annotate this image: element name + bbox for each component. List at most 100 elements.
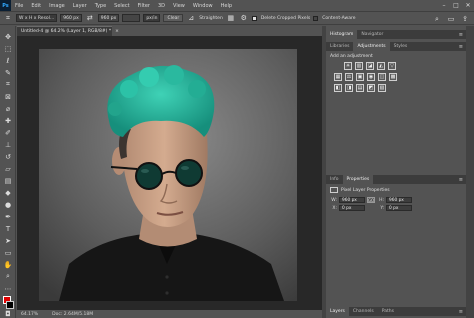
- dodge-tool-icon[interactable]: ●: [3, 200, 13, 209]
- eraser-tool-icon[interactable]: ▱: [3, 164, 13, 173]
- document-title: Untitled-4 @ 64.2% (Layer 1, RGB/8#) *: [21, 29, 112, 34]
- crop-width-input[interactable]: 960 px: [60, 14, 82, 22]
- tab-libraries[interactable]: Libraries: [326, 42, 353, 51]
- layer-y-input[interactable]: 0 px: [386, 205, 412, 211]
- adjustments-row-2: ▦ ⚖ ▣ ◉ ◫ ▩: [330, 73, 462, 81]
- crop-tool-icon[interactable]: ⌗: [3, 13, 13, 23]
- clear-button[interactable]: Clear: [163, 14, 184, 22]
- posterize-icon[interactable]: ◨: [345, 84, 353, 92]
- minimize-button[interactable]: –: [438, 0, 450, 11]
- menu-view[interactable]: View: [169, 3, 189, 9]
- photo-filter-icon[interactable]: ◉: [367, 73, 375, 81]
- menu-3d[interactable]: 3D: [154, 3, 169, 9]
- brightness-contrast-icon[interactable]: ☀: [344, 62, 352, 70]
- type-tool-icon[interactable]: T: [3, 224, 13, 233]
- hand-tool-icon[interactable]: ✋: [3, 260, 13, 269]
- menu-layer[interactable]: Layer: [69, 3, 91, 9]
- tab-info[interactable]: Info: [326, 175, 343, 184]
- threshold-icon[interactable]: ▤: [356, 84, 364, 92]
- marquee-tool-icon[interactable]: ⬚: [3, 44, 13, 53]
- color-balance-icon[interactable]: ⚖: [345, 73, 353, 81]
- crop-height-input[interactable]: 960 px: [97, 14, 120, 22]
- panel-menu-icon[interactable]: ≡: [456, 175, 466, 184]
- black-white-icon[interactable]: ▣: [356, 73, 364, 81]
- resolution-unit-select[interactable]: px/in: [143, 14, 161, 22]
- layer-width-input[interactable]: 960 px: [339, 197, 365, 203]
- more-tools-icon[interactable]: ⋯: [3, 284, 13, 293]
- straighten-icon[interactable]: ⊿: [186, 13, 196, 23]
- curves-icon[interactable]: ◪: [366, 62, 374, 70]
- crop-tool-icon[interactable]: ⌗: [3, 80, 13, 89]
- rectangle-tool-icon[interactable]: ▭: [3, 248, 13, 257]
- adjustments-row-1: ☀ ▥ ◪ ◭ ▽: [330, 62, 462, 70]
- gradient-map-icon[interactable]: ▧: [378, 84, 386, 92]
- panel-menu-icon[interactable]: ≡: [456, 30, 466, 39]
- adjustments-row-3: ◧ ◨ ▤ ◩ ▧: [330, 84, 462, 92]
- swap-icon[interactable]: ⇄: [85, 13, 95, 23]
- menu-filter[interactable]: Filter: [134, 3, 154, 9]
- hue-saturation-icon[interactable]: ▦: [334, 73, 342, 81]
- healing-brush-icon[interactable]: ✚: [3, 116, 13, 125]
- brush-tool-icon[interactable]: ✐: [3, 128, 13, 137]
- quick-mask-icon[interactable]: ◘: [3, 309, 13, 318]
- color-lookup-icon[interactable]: ▩: [389, 73, 397, 81]
- share-icon[interactable]: ⇪: [460, 14, 470, 24]
- menu-edit[interactable]: Edit: [27, 3, 45, 9]
- menu-select[interactable]: Select: [110, 3, 133, 9]
- layer-height-input[interactable]: 960 px: [386, 197, 412, 203]
- workspace-icon[interactable]: ▭: [446, 14, 456, 24]
- levels-icon[interactable]: ▥: [355, 62, 363, 70]
- gradient-tool-icon[interactable]: ▤: [3, 176, 13, 185]
- menu-file[interactable]: File: [11, 3, 27, 9]
- height-label: H:: [379, 197, 384, 203]
- tab-properties[interactable]: Properties: [342, 175, 374, 184]
- tab-adjustments[interactable]: Adjustments: [353, 42, 390, 51]
- menu-help[interactable]: Help: [217, 3, 236, 9]
- ratio-select[interactable]: W x H x Resol...: [16, 14, 58, 22]
- frame-tool-icon[interactable]: ⊠: [3, 92, 13, 101]
- panel-menu-icon[interactable]: ≡: [456, 307, 466, 316]
- tab-channels[interactable]: Channels: [349, 307, 378, 316]
- path-select-icon[interactable]: ➤: [3, 236, 13, 245]
- tab-styles[interactable]: Styles: [390, 42, 412, 51]
- settings-gear-icon[interactable]: ⚙: [239, 13, 249, 23]
- quick-select-tool-icon[interactable]: ✎: [3, 68, 13, 77]
- invert-icon[interactable]: ◧: [334, 84, 342, 92]
- zoom-level[interactable]: 64.17%: [21, 312, 38, 317]
- exposure-icon[interactable]: ◭: [377, 62, 385, 70]
- blur-tool-icon[interactable]: ◆: [3, 188, 13, 197]
- delete-cropped-checkbox[interactable]: [251, 15, 257, 21]
- history-brush-icon[interactable]: ↺: [3, 152, 13, 161]
- tab-paths[interactable]: Paths: [378, 307, 398, 316]
- properties-header: Pixel Layer Properties: [330, 187, 462, 193]
- menu-image[interactable]: Image: [45, 3, 69, 9]
- lasso-tool-icon[interactable]: ℓ: [3, 56, 13, 65]
- resolution-input[interactable]: [122, 14, 141, 22]
- move-tool-icon[interactable]: ✥: [3, 32, 13, 41]
- search-icon[interactable]: ⌕: [432, 14, 442, 24]
- y-label: Y:: [380, 205, 384, 211]
- grid-overlay-icon[interactable]: ▦: [226, 13, 236, 23]
- clone-stamp-icon[interactable]: ⊥: [3, 140, 13, 149]
- maximize-button[interactable]: □: [450, 0, 462, 11]
- document-tab[interactable]: Untitled-4 @ 64.2% (Layer 1, RGB/8#) * ×: [17, 26, 119, 36]
- close-tab-icon[interactable]: ×: [115, 29, 119, 34]
- pen-tool-icon[interactable]: ✒: [3, 212, 13, 221]
- panel-menu-icon[interactable]: ≡: [456, 42, 466, 51]
- content-aware-checkbox[interactable]: [313, 15, 319, 21]
- tab-layers[interactable]: Layers: [326, 307, 349, 316]
- vibrance-icon[interactable]: ▽: [388, 62, 396, 70]
- menu-window[interactable]: Window: [189, 3, 217, 9]
- link-dimensions-icon[interactable]: GO: [367, 197, 375, 203]
- menu-type[interactable]: Type: [91, 3, 110, 9]
- tab-navigator[interactable]: Navigator: [357, 30, 387, 39]
- zoom-tool-icon[interactable]: ⌕: [3, 272, 13, 281]
- selective-color-icon[interactable]: ◩: [367, 84, 375, 92]
- background-color-swatch[interactable]: [6, 301, 14, 309]
- close-button[interactable]: ✕: [462, 0, 474, 11]
- tab-histogram[interactable]: Histogram: [326, 30, 358, 39]
- channel-mixer-icon[interactable]: ◫: [378, 73, 386, 81]
- eyedropper-tool-icon[interactable]: ⌀: [3, 104, 13, 113]
- layer-x-input[interactable]: 0 px: [339, 205, 365, 211]
- image-canvas[interactable]: [39, 49, 297, 301]
